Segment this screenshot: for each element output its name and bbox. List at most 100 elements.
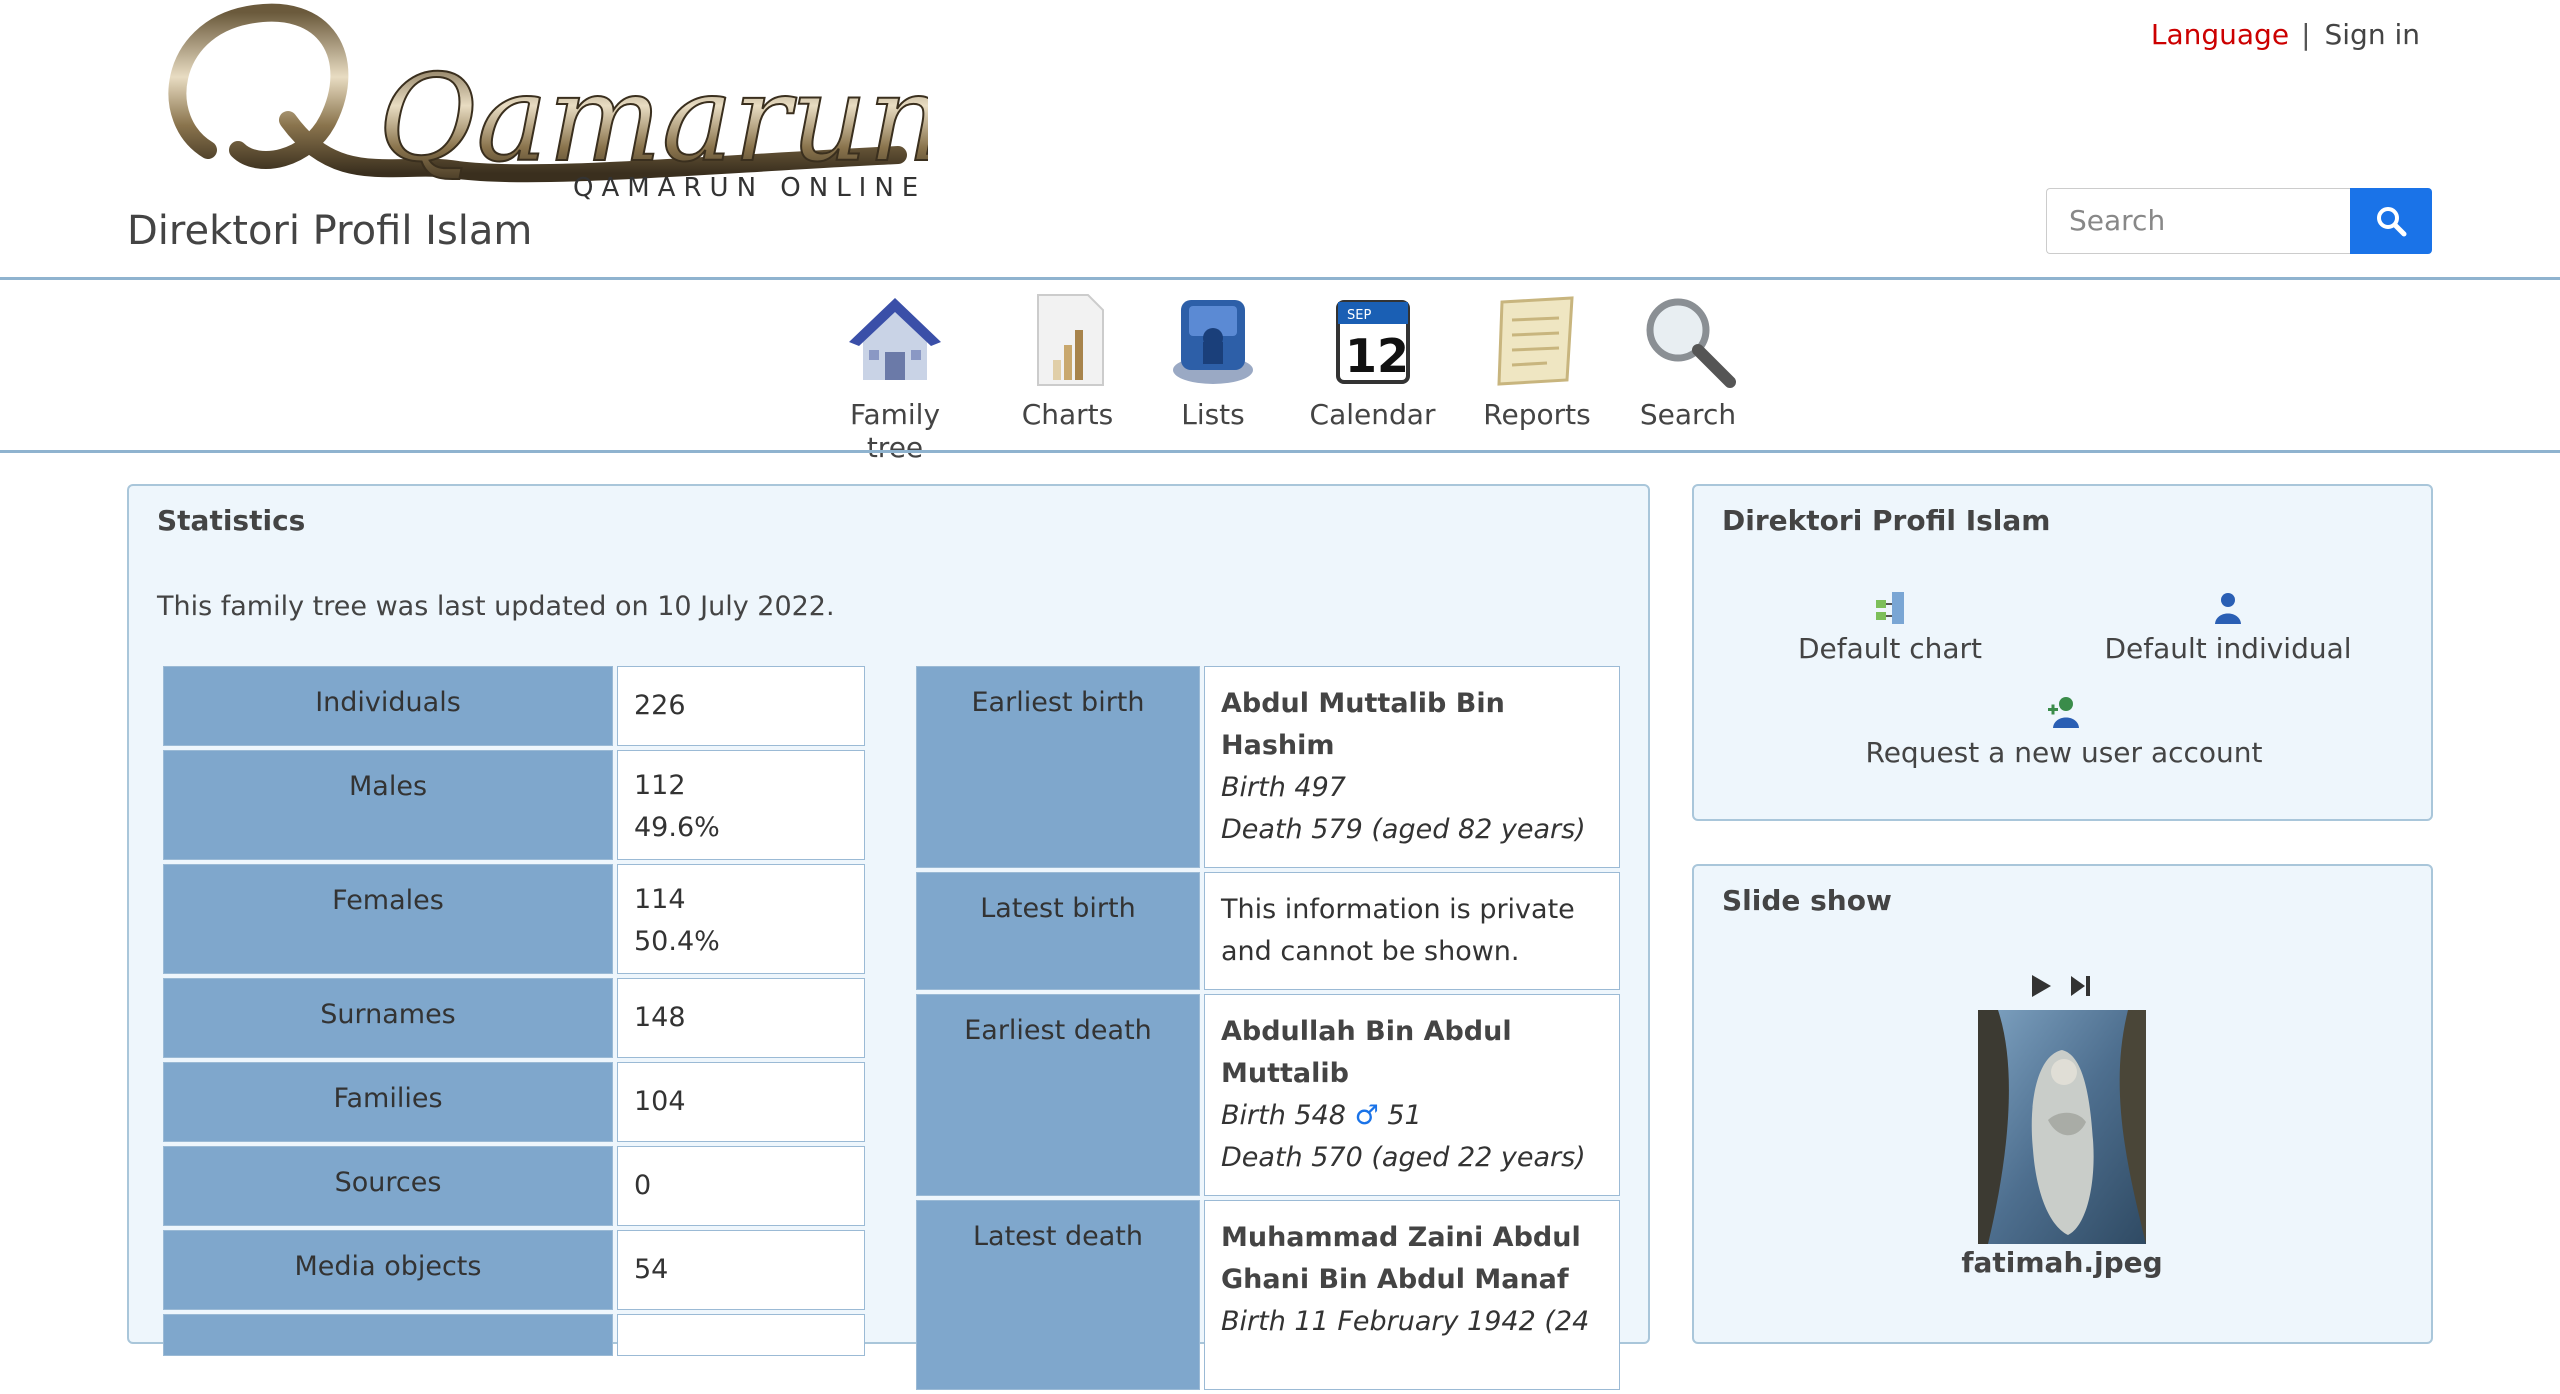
default-individual-link[interactable]: Default individual (2098, 590, 2358, 665)
table-row: Females 114 50.4% (163, 864, 865, 974)
row-value: 112 49.6% (617, 750, 865, 860)
svg-text:QAMARUN ONLINE: QAMARUN ONLINE (573, 173, 926, 203)
scroll-icon (1497, 296, 1574, 386)
chart-tree-icon (1876, 592, 1904, 624)
search-button[interactable] (2350, 188, 2432, 254)
menu-reports[interactable]: Reports (1482, 290, 1592, 431)
directory-title: Direktori Profil Islam (1722, 504, 2051, 537)
media-count[interactable]: 54 (634, 1254, 668, 1285)
surnames-count[interactable]: 148 (634, 1002, 686, 1033)
slideshow-card: Slide show fatimah.jpeg (1692, 864, 2433, 1344)
menu-label: Search (1639, 398, 1737, 431)
fatimah-image (1978, 1010, 2146, 1244)
slideshow-title: Slide show (1722, 884, 1892, 917)
chart-icon (1036, 294, 1104, 386)
row-label: Earliest death (916, 994, 1200, 1196)
person-link[interactable]: Muhammad Zaini Abdul Ghani Bin Abdul Man… (1221, 1217, 1603, 1301)
death-age: (aged 82 years) (1371, 814, 1586, 845)
row-value: Abdullah Bin Abdul Muttalib Birth 548 ♂ … (1204, 994, 1620, 1196)
row-value: 114 50.4% (617, 864, 865, 974)
slideshow-controls (2027, 972, 2107, 1002)
table-row: Latest death Muhammad Zaini Abdul Ghani … (916, 1200, 1620, 1390)
females-count[interactable]: 114 (634, 879, 848, 921)
birth-word: Birth (1221, 772, 1286, 803)
table-row: Media objects 54 (163, 1230, 865, 1310)
death-age: (aged 22 years) (1371, 1142, 1586, 1173)
death-word: Death (1221, 1142, 1303, 1173)
statistics-card: Statistics This family tree was last upd… (127, 484, 1650, 1390)
birth-word: Birth (1221, 1306, 1286, 1337)
menu-calendar[interactable]: SEP 12 Calendar (1305, 290, 1440, 431)
svg-text:12: 12 (1345, 329, 1409, 383)
default-chart-label: Default chart (1798, 632, 1982, 665)
top-links: Language | Sign in (2151, 18, 2420, 51)
row-value: This information is private and cannot b… (1204, 872, 1620, 990)
person-link[interactable]: Abdullah Bin Abdul Muttalib (1221, 1011, 1603, 1095)
table-row: Families 104 (163, 1062, 865, 1142)
row-label: Latest death (916, 1200, 1200, 1390)
svg-text:SEP: SEP (1347, 308, 1371, 323)
table-row: Surnames 148 (163, 978, 865, 1058)
default-chart-link[interactable]: Default chart (1780, 590, 2000, 665)
father-age: 51 (1387, 1100, 1422, 1131)
row-value: Abdul Muttalib Bin Hashim Birth 497 Deat… (1204, 666, 1620, 868)
menu-charts[interactable]: Charts (1010, 290, 1125, 431)
house-icon (849, 298, 941, 380)
families-count[interactable]: 104 (634, 1086, 686, 1117)
birth-year: 497 (1294, 772, 1346, 803)
sign-in-link[interactable]: Sign in (2325, 18, 2421, 51)
menu-lists[interactable]: Lists (1163, 290, 1263, 431)
row-label: Females (163, 864, 613, 974)
table-row: Individuals 226 (163, 666, 865, 746)
females-percent: 50.4% (634, 926, 720, 957)
row-label: Latest birth (916, 872, 1200, 990)
menu-label: Family tree (849, 398, 941, 464)
males-percent: 49.6% (634, 812, 720, 843)
row-label: Media objects (163, 1230, 613, 1310)
row-value: 226 (617, 666, 865, 746)
language-link[interactable]: Language (2151, 18, 2289, 51)
birth-date: 11 February 1942 (1294, 1306, 1536, 1337)
row-label: Surnames (163, 978, 613, 1058)
row-label: Earliest birth (916, 666, 1200, 868)
header-divider (0, 277, 2560, 280)
slideshow-caption[interactable]: fatimah.jpeg (1878, 1246, 2246, 1279)
directory-card: Direktori Profil Islam Default chart Def… (1692, 484, 2433, 821)
request-account-label: Request a new user account (1865, 736, 2263, 769)
next-icon[interactable] (2067, 972, 2095, 1000)
row-value: 148 (617, 978, 865, 1058)
row-value: 104 (617, 1062, 865, 1142)
menu-search[interactable]: Search (1638, 290, 1738, 431)
row-value: 54 (617, 1230, 865, 1310)
table-row: Earliest death Abdullah Bin Abdul Muttal… (916, 994, 1620, 1196)
males-count[interactable]: 112 (634, 765, 848, 807)
slideshow-image[interactable] (1978, 1010, 2146, 1244)
table-row: Sources 0 (163, 1146, 865, 1226)
row-label: Individuals (163, 666, 613, 746)
request-account-link[interactable]: Request a new user account (1864, 694, 2264, 769)
add-user-icon (2048, 697, 2079, 728)
table-row (163, 1314, 865, 1356)
statistics-events-table: Earliest birth Abdul Muttalib Bin Hashim… (912, 662, 1624, 1394)
individuals-count[interactable]: 226 (634, 690, 686, 721)
search-input[interactable]: Search (2046, 188, 2350, 254)
calendar-icon: SEP 12 (1335, 300, 1410, 384)
svg-text:Qamarun: Qamarun (378, 50, 928, 189)
play-icon[interactable] (2027, 972, 2055, 1000)
menu-label: Charts (1021, 398, 1114, 431)
person-link[interactable]: Abdul Muttalib Bin Hashim (1221, 683, 1603, 767)
row-label: Sources (163, 1146, 613, 1226)
birth-age: (24 (1544, 1306, 1590, 1337)
row-label (163, 1314, 613, 1356)
search-icon (2377, 207, 2407, 237)
menu-family-tree[interactable]: Family tree (825, 290, 965, 464)
birth-word: Birth (1221, 1100, 1286, 1131)
death-year: 570 (1311, 1142, 1363, 1173)
site-logo[interactable]: Qamarun QAMARUN ONLINE (138, 0, 946, 205)
statistics-title: Statistics (157, 504, 306, 537)
sources-count[interactable]: 0 (634, 1170, 651, 1201)
statistics-counts-table: Individuals 226 Males 112 49.6% Females 1… (159, 662, 869, 1360)
death-year: 579 (1311, 814, 1363, 845)
site-title: Direktori Profil Islam (127, 208, 533, 254)
last-updated-text: This family tree was last updated on 10 … (157, 591, 835, 622)
